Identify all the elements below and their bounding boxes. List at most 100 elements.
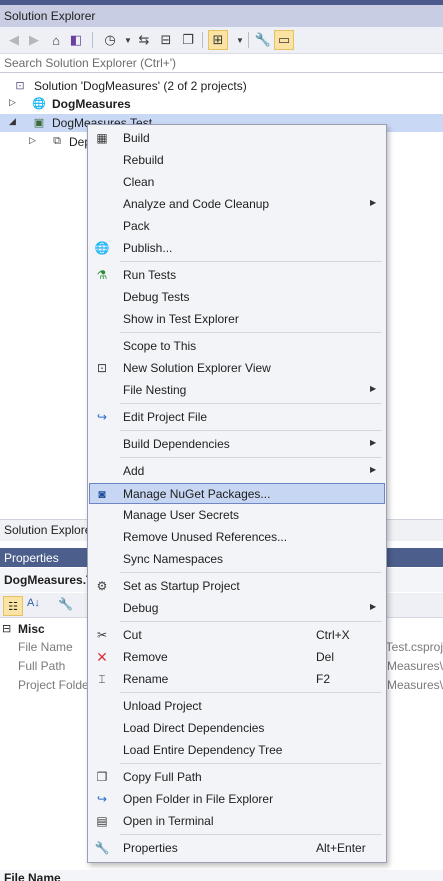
menu-item-rename[interactable]: ⌶ Rename F2 xyxy=(90,669,384,689)
csharp-project-icon: ▣ xyxy=(33,117,45,129)
preview-icon[interactable]: ▭ xyxy=(274,30,294,50)
toolbar-separator xyxy=(248,32,249,48)
home-icon[interactable]: ⌂ xyxy=(46,30,66,50)
properties-icon[interactable]: 🔧 xyxy=(253,30,273,50)
show-all-dropdown-icon[interactable]: ▼ xyxy=(230,30,250,50)
search-placeholder: Search Solution Explorer (Ctrl+') xyxy=(4,56,177,70)
properties-title: Properties xyxy=(4,551,59,565)
toolbar-separator xyxy=(202,32,203,48)
menu-item-debug[interactable]: Debug ▶ xyxy=(90,598,384,618)
property-name: Full Path xyxy=(18,659,66,673)
nuget-icon: ◙ xyxy=(98,487,106,501)
alphabetical-icon[interactable]: A↓ xyxy=(27,597,40,609)
web-project-icon: 🌐 xyxy=(32,98,46,110)
menu-item-copy-full-path[interactable]: ❐ Copy Full Path xyxy=(90,767,384,787)
menu-item-debug-tests[interactable]: Debug Tests xyxy=(90,287,384,307)
tree-item-solution[interactable]: ⊡ Solution 'DogMeasures' (2 of 2 project… xyxy=(0,77,443,95)
menu-item-rebuild[interactable]: Rebuild xyxy=(90,150,384,170)
menu-separator xyxy=(120,621,382,622)
menu-item-manage-nuget-packages[interactable]: ◙ Manage NuGet Packages... xyxy=(89,483,385,504)
menu-item-sync-namespaces[interactable]: Sync Namespaces xyxy=(90,549,384,569)
menu-item-cut[interactable]: ✂ Cut Ctrl+X xyxy=(90,625,384,645)
back-icon[interactable]: ◀ xyxy=(4,30,24,50)
toolbar-separator xyxy=(92,32,93,48)
collapse-arrow-icon[interactable]: ◢ xyxy=(9,116,16,127)
menu-item-unload-project[interactable]: Unload Project xyxy=(90,696,384,716)
menu-separator xyxy=(120,572,382,573)
red-x-icon: ✕ xyxy=(96,648,108,665)
menu-item-show-in-test-explorer[interactable]: Show in Test Explorer xyxy=(90,309,384,329)
solution-label: Solution 'DogMeasures' (2 of 2 projects) xyxy=(34,79,247,93)
sync-icon[interactable]: ⇆ xyxy=(134,30,154,50)
menu-separator xyxy=(120,763,382,764)
menu-item-load-direct-dependencies[interactable]: Load Direct Dependencies xyxy=(90,718,384,738)
menu-item-manage-user-secrets[interactable]: Manage User Secrets xyxy=(90,505,384,525)
forward-icon[interactable]: ▶ xyxy=(24,30,44,50)
menu-item-load-entire-dependency-tree[interactable]: Load Entire Dependency Tree xyxy=(90,740,384,760)
tree-item-project-dogmeasures[interactable]: ▷ 🌐 DogMeasures xyxy=(0,95,443,113)
rename-icon: ⌶ xyxy=(98,671,106,686)
submenu-arrow-icon: ▶ xyxy=(370,198,377,207)
menu-item-properties[interactable]: 🔧 Properties Alt+Enter xyxy=(90,838,384,858)
project-label: DogMeasures xyxy=(52,97,131,111)
window-title: Solution Explorer xyxy=(4,9,96,23)
menu-item-file-nesting[interactable]: File Nesting ▶ xyxy=(90,380,384,400)
menu-item-analyze[interactable]: Analyze and Code Cleanup ▶ xyxy=(90,194,384,214)
menu-item-build-dependencies[interactable]: Build Dependencies ▶ xyxy=(90,434,384,454)
copy-path-icon: ❐ xyxy=(96,770,108,784)
expand-arrow-icon[interactable]: ▷ xyxy=(29,135,36,146)
menu-item-remove[interactable]: ✕ Remove Del xyxy=(90,647,384,667)
description-title: File Name xyxy=(4,871,61,881)
collapse-category-icon[interactable]: ⊟ xyxy=(2,622,11,635)
shortcut-label: Ctrl+X xyxy=(316,628,350,642)
menu-item-add[interactable]: Add ▶ xyxy=(90,461,384,481)
menu-separator xyxy=(120,261,382,262)
menu-item-open-in-terminal[interactable]: ▤ Open in Terminal xyxy=(90,811,384,831)
copy-icon[interactable]: ❐ xyxy=(178,30,198,50)
menu-separator xyxy=(120,692,382,693)
menu-separator xyxy=(120,403,382,404)
solution-explorer-toolbar: ◀ ▶ ⌂ ◧ ◷ ▼ ⇆ ⊟ ❐ ⊞ ▼ 🔧 ▭ xyxy=(0,27,443,54)
edit-arrow-icon: ↪ xyxy=(96,410,108,424)
submenu-arrow-icon: ▶ xyxy=(370,384,377,393)
vs-switch-icon[interactable]: ◧ xyxy=(66,30,86,50)
menu-item-new-solution-explorer-view[interactable]: ⊡ New Solution Explorer View xyxy=(90,358,384,378)
property-name: Project Folder xyxy=(18,678,93,692)
menu-item-scope-to-this[interactable]: Scope to This xyxy=(90,336,384,356)
submenu-arrow-icon: ▶ xyxy=(370,438,377,447)
menu-separator xyxy=(120,430,382,431)
menu-separator xyxy=(120,834,382,835)
solution-explorer-tab[interactable]: Solution Explorer xyxy=(4,523,95,537)
show-all-files-icon[interactable]: ⊞ xyxy=(208,30,228,50)
history-icon[interactable]: ◷ xyxy=(100,30,120,50)
menu-separator xyxy=(120,457,382,458)
menu-item-remove-unused-references[interactable]: Remove Unused References... xyxy=(90,527,384,547)
menu-item-open-folder-in-file-explorer[interactable]: ↪ Open Folder in File Explorer xyxy=(90,789,384,809)
expand-arrow-icon[interactable]: ▷ xyxy=(9,97,16,108)
gear-icon: ⚙ xyxy=(96,579,108,593)
categorized-icon[interactable]: ☷ xyxy=(3,596,23,616)
terminal-icon: ▤ xyxy=(96,814,108,828)
solution-explorer-title-bar[interactable]: Solution Explorer xyxy=(0,5,443,27)
menu-item-edit-project-file[interactable]: ↪ Edit Project File xyxy=(90,407,384,427)
menu-item-run-tests[interactable]: ⚗ Run Tests xyxy=(90,265,384,285)
menu-item-publish[interactable]: 🌐 Publish... xyxy=(90,238,384,258)
dependencies-icon: ⧉ xyxy=(53,135,61,147)
menu-item-set-as-startup-project[interactable]: ⚙ Set as Startup Project xyxy=(90,576,384,596)
menu-item-build[interactable]: ▦ Build xyxy=(90,128,384,148)
new-view-icon: ⊡ xyxy=(96,361,108,375)
property-name: File Name xyxy=(18,640,73,654)
shortcut-label: F2 xyxy=(316,672,331,686)
search-box[interactable]: Search Solution Explorer (Ctrl+') xyxy=(0,54,443,73)
properties-description-pane: File Name xyxy=(0,870,443,881)
menu-item-clean[interactable]: Clean xyxy=(90,172,384,192)
wrench-icon: 🔧 xyxy=(94,841,110,855)
property-pages-icon[interactable]: 🔧 xyxy=(58,597,73,611)
shortcut-label: Del xyxy=(316,650,335,664)
collapse-icon[interactable]: ⊟ xyxy=(156,30,176,50)
scissors-icon: ✂ xyxy=(96,628,108,642)
context-menu: ▦ Build Rebuild Clean Analyze and Code C… xyxy=(87,124,387,863)
menu-item-pack[interactable]: Pack xyxy=(90,216,384,236)
build-icon: ▦ xyxy=(96,131,108,145)
submenu-arrow-icon: ▶ xyxy=(370,602,377,611)
